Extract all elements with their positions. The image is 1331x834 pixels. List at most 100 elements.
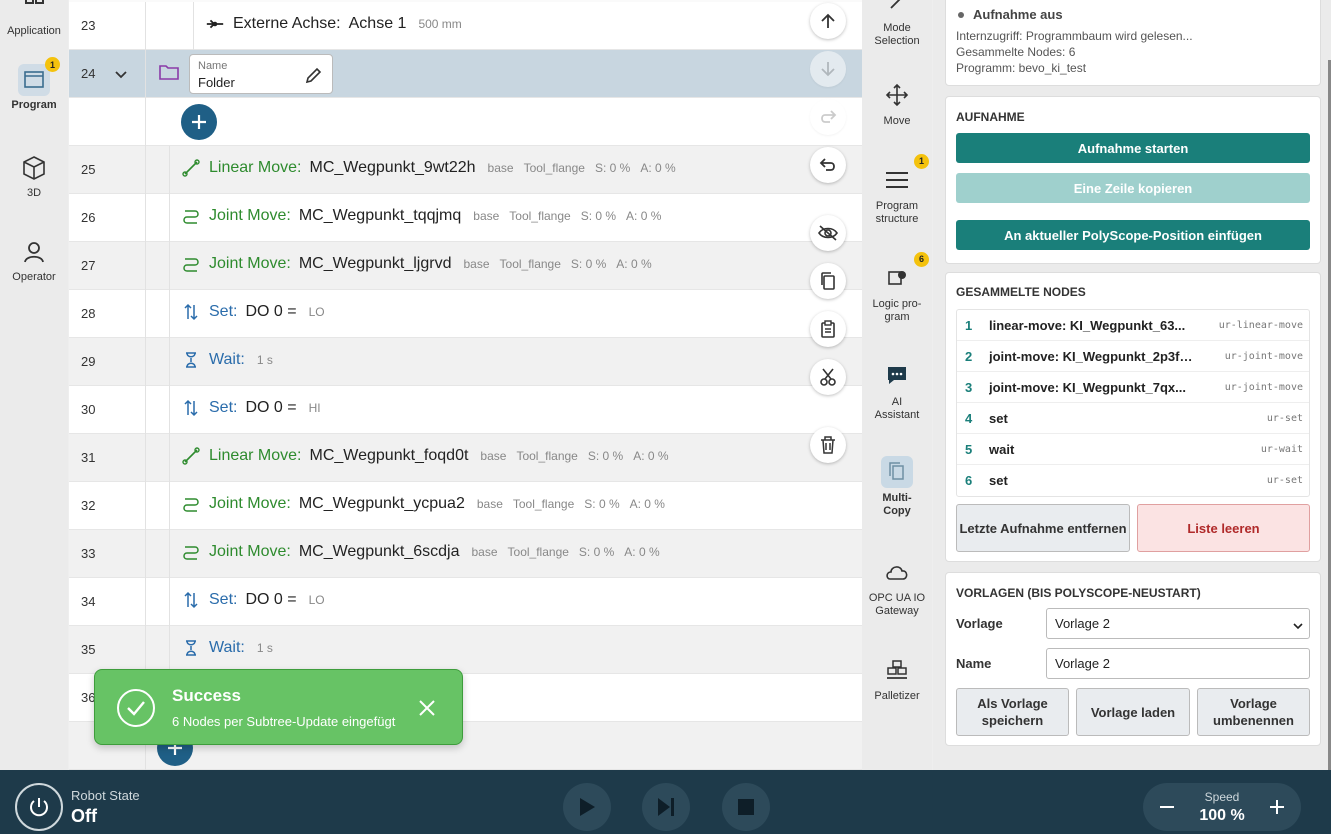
tree-row[interactable]: 23 Externe Achse: Achse 1 500 mm <box>69 2 862 50</box>
node-index: 1 <box>965 317 973 333</box>
tree-row[interactable]: 35 Wait: 1 s <box>69 626 862 674</box>
step-button[interactable] <box>642 783 690 831</box>
tree-row[interactable]: 28 Set: DO 0 = LO <box>69 290 862 338</box>
node-name: DO 0 = <box>245 399 297 416</box>
row-divider <box>193 2 194 50</box>
load-template-button[interactable]: Vorlage laden <box>1076 688 1190 736</box>
row-number: 24 <box>81 66 96 81</box>
row-divider <box>169 338 170 386</box>
logic-program-icon: 6 <box>881 252 929 294</box>
cube-icon <box>18 152 50 184</box>
tool-mode-selection[interactable]: Mode Selection <box>862 0 932 48</box>
insert-at-position-button[interactable]: An aktueller PolyScope-Position einfügen <box>956 220 1310 250</box>
node-name: DO 0 = <box>245 303 297 320</box>
tool-program-structure[interactable]: 1 Program structure <box>862 154 932 226</box>
pencil-icon[interactable] <box>304 65 324 90</box>
redo-button[interactable] <box>810 99 846 135</box>
tool-multi-copy[interactable]: Multi- Copy <box>862 456 932 518</box>
tree-row-selected[interactable]: 24 Name Folder <box>69 50 862 98</box>
tool-label: AI <box>891 396 903 408</box>
redo-icon <box>821 110 837 123</box>
chevron-down-icon[interactable] <box>113 66 129 87</box>
clear-list-button[interactable]: Liste leeren <box>1137 504 1310 552</box>
section-heading: Aufnahme <box>956 110 1025 124</box>
tool-label: Gateway <box>875 605 919 617</box>
tree-row[interactable]: 34 Set: DO 0 = LO <box>69 578 862 626</box>
chevron-down-icon <box>1293 619 1303 634</box>
move-down-button[interactable] <box>810 51 846 87</box>
copy-line-button[interactable]: Eine Zeile kopieren <box>956 173 1310 203</box>
nav-label: 3D <box>26 187 42 199</box>
node-meta: base Tool_flange S: 0 % A: 0 % <box>487 161 676 175</box>
close-icon[interactable] <box>418 699 436 722</box>
speed-increase-button[interactable] <box>1259 789 1295 825</box>
stop-button[interactable] <box>722 783 770 831</box>
nav-application[interactable]: Application <box>0 0 68 37</box>
node-index: 5 <box>965 441 973 457</box>
tree-row[interactable]: 30 Set: DO 0 = HI <box>69 386 862 434</box>
tree-row[interactable]: 25 Linear Move: MC_Wegpunkt_9wt22h base T… <box>69 146 862 194</box>
eye-off-icon <box>818 225 838 241</box>
nav-3d[interactable]: 3D <box>0 152 68 199</box>
nav-program[interactable]: 1 Program <box>0 57 68 111</box>
plus-icon <box>1270 800 1284 814</box>
row-number: 31 <box>81 450 96 465</box>
tree-row[interactable]: 29 Wait: 1 s <box>69 338 862 386</box>
hide-button[interactable] <box>810 215 846 251</box>
nav-operator[interactable]: Operator <box>0 236 68 283</box>
collected-nodes-card: Gesammelte Nodes 1 linear-move: KI_Wegpun… <box>945 272 1321 562</box>
node-name: MC_Wegpunkt_9wt22h <box>309 159 476 176</box>
folder-name-field[interactable]: Name Folder <box>189 54 333 94</box>
list-item[interactable]: 6 set ur-set <box>957 465 1309 496</box>
copy-button[interactable] <box>810 263 846 299</box>
list-icon: 1 <box>881 154 929 196</box>
row-number: 26 <box>81 210 96 225</box>
save-template-button[interactable]: Als Vorlage speichern <box>956 688 1069 736</box>
nodes-list: 1 linear-move: KI_Wegpunkt_63... ur-linear… <box>956 309 1310 497</box>
node-type-tag: ur-joint-move <box>1224 381 1303 393</box>
move-up-button[interactable] <box>810 3 846 39</box>
list-item[interactable]: 5 wait ur-wait <box>957 434 1309 465</box>
row-divider <box>145 146 146 194</box>
start-recording-button[interactable]: Aufnahme starten <box>956 133 1310 163</box>
check-circle-icon <box>116 688 156 733</box>
remove-last-button[interactable]: Letzte Aufnahme entfernen <box>956 504 1130 552</box>
tool-opc-ua-gateway[interactable]: OPC UA IO Gateway <box>862 556 932 618</box>
node-type-tag: ur-joint-move <box>1224 350 1303 362</box>
node-index: 6 <box>965 473 973 488</box>
play-button[interactable] <box>563 783 611 831</box>
palletizer-icon <box>881 654 913 686</box>
list-item[interactable]: 3 joint-move: KI_Wegpunkt_7qx... ur-joint-… <box>957 372 1309 403</box>
template-select[interactable]: Vorlage 2 <box>1046 608 1310 639</box>
template-name-input[interactable]: Vorlage 2 <box>1046 648 1310 679</box>
add-node-button[interactable] <box>181 104 217 140</box>
row-divider <box>145 2 146 50</box>
tool-logic-program[interactable]: 6 Logic pro- gram <box>862 252 932 324</box>
plus-icon <box>192 115 206 129</box>
tree-row[interactable]: 33 Joint Move: MC_Wegpunkt_6scdja base To… <box>69 530 862 578</box>
tool-palletizer[interactable]: Palletizer <box>862 654 932 703</box>
list-item[interactable]: 2 joint-move: KI_Wegpunkt_2p3fn5 ur-joint-… <box>957 341 1309 372</box>
paste-button[interactable] <box>810 311 846 347</box>
power-button[interactable] <box>15 783 63 831</box>
list-item[interactable]: 1 linear-move: KI_Wegpunkt_63... ur-linear… <box>957 310 1309 341</box>
linear-move-icon <box>181 158 201 178</box>
folder-name-label: Name <box>198 60 228 72</box>
cut-button[interactable] <box>810 359 846 395</box>
set-io-icon <box>181 302 201 322</box>
tree-row[interactable]: 32 Joint Move: MC_Wegpunkt_ycpua2 base To… <box>69 482 862 530</box>
tree-row[interactable]: 26 Joint Move: MC_Wegpunkt_tqqjmq base To… <box>69 194 862 242</box>
rename-template-button[interactable]: Vorlage umbenennen <box>1197 688 1310 736</box>
row-number: 33 <box>81 546 96 561</box>
tool-move[interactable]: Move <box>862 79 932 128</box>
delete-button[interactable] <box>810 427 846 463</box>
tree-row[interactable]: 27 Joint Move: MC_Wegpunkt_ljgrvd base To… <box>69 242 862 290</box>
power-icon <box>30 798 48 817</box>
tool-label: Multi- <box>882 492 912 504</box>
undo-button[interactable] <box>810 147 846 183</box>
tool-ai-assistant[interactable]: AI Assistant <box>862 360 932 422</box>
list-item[interactable]: 4 set ur-set <box>957 403 1309 434</box>
toast-title: Success <box>172 686 241 705</box>
tree-row[interactable]: 31 Linear Move: MC_Wegpunkt_foqd0t base T… <box>69 434 862 482</box>
template-select-value: Vorlage 2 <box>1055 616 1110 631</box>
